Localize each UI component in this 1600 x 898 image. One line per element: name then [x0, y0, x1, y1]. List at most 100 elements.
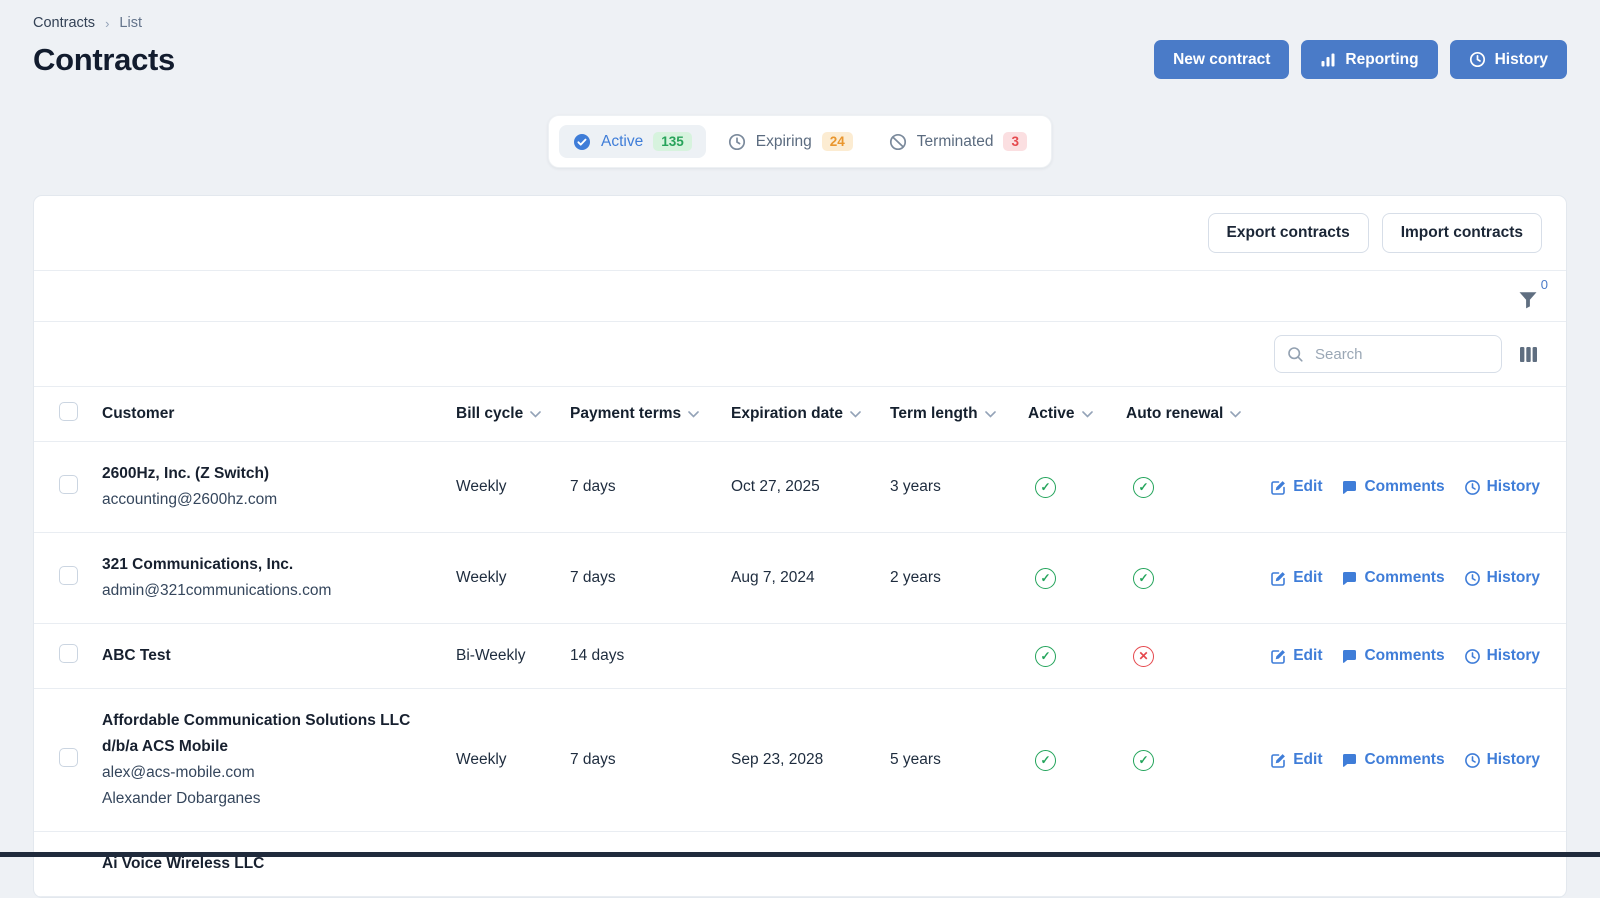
export-contracts-button[interactable]: Export contracts: [1208, 213, 1369, 253]
breadcrumb: Contracts › List: [33, 15, 1567, 31]
table-row: ABC Test Bi-Weekly 14 days ✓ ✕ Edit Comm…: [34, 624, 1566, 689]
term-length-value: 3 years: [890, 478, 1028, 496]
payment-terms-value: 7 days: [570, 569, 731, 587]
ban-icon: [889, 133, 907, 151]
edit-label: Edit: [1293, 647, 1322, 665]
comments-button[interactable]: Comments: [1341, 751, 1444, 769]
chevron-down-icon: [985, 411, 996, 418]
comment-icon: [1341, 479, 1358, 496]
breadcrumb-root[interactable]: Contracts: [33, 15, 95, 31]
clock-icon: [728, 133, 746, 151]
comment-icon: [1341, 648, 1358, 665]
row-history-button[interactable]: History: [1464, 751, 1540, 769]
reporting-button[interactable]: Reporting: [1301, 40, 1437, 79]
comments-button[interactable]: Comments: [1341, 569, 1444, 587]
customer-detail: admin@321communications.com: [102, 578, 456, 604]
row-history-button[interactable]: History: [1464, 569, 1540, 587]
select-all-checkbox[interactable]: [59, 402, 78, 421]
status-tabs: Active 135 Expiring 24 Terminated 3: [548, 115, 1052, 168]
auto-renewal-status-icon: ✕: [1133, 646, 1154, 667]
edit-button[interactable]: Edit: [1270, 478, 1322, 496]
tab-active-count: 135: [653, 132, 692, 151]
bill-cycle-value: Weekly: [456, 751, 570, 769]
table-row: 321 Communications, Inc.admin@321communi…: [34, 533, 1566, 624]
row-history-button[interactable]: History: [1464, 478, 1540, 496]
tab-terminated-label: Terminated: [917, 133, 994, 151]
chevron-down-icon: [688, 411, 699, 418]
card-toolbar: Export contracts Import contracts: [34, 196, 1566, 271]
customer-name: Affordable Communication Solutions LLC: [102, 708, 456, 734]
history-button[interactable]: History: [1450, 40, 1567, 79]
search-box: [1274, 335, 1502, 373]
bill-cycle-value: Bi-Weekly: [456, 647, 570, 665]
clock-icon: [1464, 479, 1481, 496]
edit-button[interactable]: Edit: [1270, 751, 1322, 769]
row-actions: Edit Comments History: [1263, 647, 1566, 665]
active-status-icon: ✓: [1035, 646, 1056, 667]
column-header-active[interactable]: Active: [1028, 405, 1126, 423]
row-checkbox[interactable]: [59, 748, 78, 767]
tab-active[interactable]: Active 135: [559, 125, 706, 158]
customer-cell: ABC Test: [102, 643, 456, 669]
new-contract-label: New contract: [1173, 51, 1270, 69]
comments-label: Comments: [1364, 478, 1444, 496]
edit-label: Edit: [1293, 751, 1322, 769]
edit-button[interactable]: Edit: [1270, 647, 1322, 665]
row-history-label: History: [1487, 569, 1540, 587]
column-header-expiration-date[interactable]: Expiration date: [731, 405, 890, 423]
comments-button[interactable]: Comments: [1341, 647, 1444, 665]
row-history-label: History: [1487, 478, 1540, 496]
row-checkbox[interactable]: [59, 475, 78, 494]
row-history-button[interactable]: History: [1464, 647, 1540, 665]
search-icon: [1287, 346, 1304, 363]
bill-cycle-value: Weekly: [456, 478, 570, 496]
customer-name: 2600Hz, Inc. (Z Switch): [102, 461, 456, 487]
table-row: Affordable Communication Solutions LLCd/…: [34, 689, 1566, 832]
tab-expiring-count: 24: [822, 132, 853, 151]
table-header: Customer Bill cycle Payment terms Expira…: [34, 386, 1566, 442]
pencil-square-icon: [1270, 648, 1287, 665]
customer-name: d/b/a ACS Mobile: [102, 734, 456, 760]
chevron-down-icon: [530, 411, 541, 418]
import-contracts-button[interactable]: Import contracts: [1382, 213, 1542, 253]
customer-name: 321 Communications, Inc.: [102, 552, 456, 578]
new-contract-button[interactable]: New contract: [1154, 40, 1289, 79]
table-body: 2600Hz, Inc. (Z Switch)accounting@2600hz…: [34, 442, 1566, 897]
column-header-bill-cycle[interactable]: Bill cycle: [456, 405, 570, 423]
bar-chart-icon: [1320, 52, 1336, 68]
comment-icon: [1341, 752, 1358, 769]
term-length-value: 5 years: [890, 751, 1028, 769]
column-header-auto-renewal[interactable]: Auto renewal: [1126, 405, 1263, 423]
filter-button[interactable]: 0: [1518, 291, 1538, 309]
payment-terms-value: 7 days: [570, 751, 731, 769]
comments-button[interactable]: Comments: [1341, 478, 1444, 496]
breadcrumb-current: List: [119, 15, 142, 31]
edit-label: Edit: [1293, 478, 1322, 496]
row-checkbox[interactable]: [59, 644, 78, 663]
comments-label: Comments: [1364, 751, 1444, 769]
column-header-term-length[interactable]: Term length: [890, 405, 1028, 423]
header-actions: New contract Reporting History: [1154, 40, 1567, 79]
customer-detail: accounting@2600hz.com: [102, 487, 456, 513]
columns-icon[interactable]: [1519, 346, 1538, 363]
tab-terminated[interactable]: Terminated 3: [875, 125, 1041, 158]
auto-renewal-status-icon: ✓: [1133, 750, 1154, 771]
clock-icon: [1464, 648, 1481, 665]
row-history-label: History: [1487, 751, 1540, 769]
reporting-label: Reporting: [1345, 51, 1418, 69]
column-header-payment-terms[interactable]: Payment terms: [570, 405, 731, 423]
row-checkbox[interactable]: [59, 566, 78, 585]
edit-button[interactable]: Edit: [1270, 569, 1322, 587]
customer-cell: Affordable Communication Solutions LLCd/…: [102, 708, 456, 812]
tab-expiring[interactable]: Expiring 24: [714, 125, 867, 158]
search-input[interactable]: [1313, 345, 1489, 364]
check-badge-icon: [573, 133, 591, 151]
chevron-down-icon: [1230, 411, 1241, 418]
tab-terminated-count: 3: [1003, 132, 1027, 151]
clock-icon: [1464, 570, 1481, 587]
breadcrumb-separator-icon: ›: [105, 16, 109, 31]
expiration-date-value: Aug 7, 2024: [731, 569, 890, 587]
column-header-customer: Customer: [102, 405, 456, 423]
table-row: 2600Hz, Inc. (Z Switch)accounting@2600hz…: [34, 442, 1566, 533]
expiration-date-value: Sep 23, 2028: [731, 751, 890, 769]
